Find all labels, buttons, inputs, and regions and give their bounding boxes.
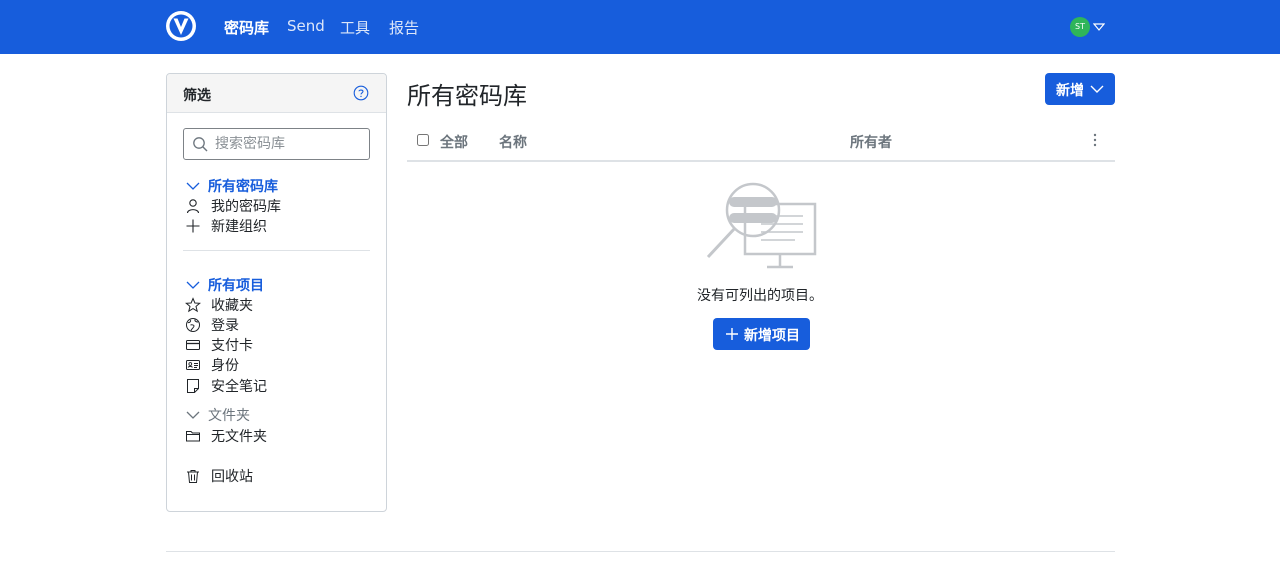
add-item-button[interactable]: 新增项目	[713, 318, 810, 350]
sticky-note-icon	[187, 379, 199, 393]
new-item-dropdown-button[interactable]: 新增	[1045, 73, 1115, 105]
user-icon	[186, 199, 200, 214]
folder-icon	[186, 431, 200, 442]
more-options-icon[interactable]	[1089, 132, 1101, 148]
plus-icon	[726, 328, 738, 340]
folders-group-label: 文件夹	[208, 408, 250, 424]
search-icon	[193, 137, 208, 152]
bitwarden-logo-icon[interactable]	[165, 10, 197, 42]
sidebar-item-label: 新建组织	[211, 219, 267, 235]
column-name: 名称	[499, 135, 527, 151]
sidebar-item-label: 支付卡	[211, 338, 253, 354]
empty-search-illustration	[706, 182, 817, 269]
sidebar-item-label: 登录	[211, 318, 239, 334]
vault-table-header: 全部 名称 所有者	[407, 121, 1115, 162]
sidebar-item-label: 我的密码库	[211, 199, 281, 215]
items-group-label: 所有项目	[208, 278, 264, 294]
trash-icon	[187, 470, 199, 483]
sidebar-item-secure-notes[interactable]: 安全笔记	[185, 376, 267, 396]
column-owner: 所有者	[850, 135, 892, 151]
sidebar-item-label: 安全笔记	[211, 379, 267, 395]
vaults-group-label: 所有密码库	[208, 179, 278, 195]
sidebar-title: 筛选	[183, 88, 211, 104]
chevron-down-icon	[186, 411, 200, 419]
select-all-checkbox[interactable]	[417, 134, 429, 146]
nav-send[interactable]: Send	[287, 17, 325, 35]
chevron-down-icon	[186, 281, 200, 289]
help-circle-icon[interactable]	[353, 85, 369, 101]
chevron-down-icon	[186, 182, 200, 190]
empty-state-message: 没有可列出的项目。	[697, 288, 823, 304]
sidebar-divider	[183, 250, 370, 251]
id-card-icon	[186, 360, 200, 370]
sidebar-item-favorites[interactable]: 收藏夹	[185, 295, 253, 315]
column-all[interactable]: 全部	[440, 132, 468, 152]
credit-card-icon	[186, 340, 200, 350]
vaults-group-header[interactable]: 所有密码库	[185, 176, 278, 196]
nav-reports[interactable]: 报告	[389, 17, 419, 38]
chevron-down-icon	[1090, 85, 1104, 93]
sidebar-item-identity[interactable]: 身份	[185, 355, 239, 375]
vault-search	[183, 128, 370, 160]
add-item-label: 新增项目	[744, 328, 800, 344]
sidebar-item-label: 身份	[211, 358, 239, 374]
nav-vault[interactable]: 密码库	[224, 17, 269, 38]
sidebar-item-label: 回收站	[211, 469, 253, 485]
sidebar-item-trash[interactable]: 回收站	[185, 466, 253, 486]
user-avatar[interactable]: ST	[1070, 17, 1090, 37]
plus-icon	[186, 219, 200, 233]
sidebar-item-label: 收藏夹	[211, 298, 253, 314]
items-group-header[interactable]: 所有项目	[185, 275, 264, 295]
page-title: 所有密码库	[407, 82, 527, 110]
sidebar-item-my-vault[interactable]: 我的密码库	[185, 196, 281, 216]
sidebar-item-cards[interactable]: 支付卡	[185, 335, 253, 355]
sidebar-header: 筛选	[167, 74, 386, 113]
sidebar-item-new-org[interactable]: 新建组织	[185, 216, 267, 236]
search-input[interactable]	[215, 134, 363, 154]
new-button-label: 新增	[1056, 83, 1084, 99]
star-icon	[185, 297, 201, 313]
folders-group-header[interactable]: 文件夹	[185, 405, 250, 425]
sidebar-item-login[interactable]: 登录	[185, 315, 239, 335]
footer-divider	[166, 551, 1115, 552]
top-navbar: 密码库 Send 工具 报告 ST	[0, 0, 1280, 54]
sidebar-item-label: 无文件夹	[211, 429, 267, 445]
nav-tools[interactable]: 工具	[340, 17, 370, 38]
account-caret-down-icon[interactable]	[1093, 22, 1105, 32]
sidebar-item-no-folder[interactable]: 无文件夹	[185, 426, 267, 446]
globe-icon	[186, 318, 200, 332]
filter-sidebar: 筛选 所有密码库 我的密码库 新建组织	[166, 73, 387, 512]
